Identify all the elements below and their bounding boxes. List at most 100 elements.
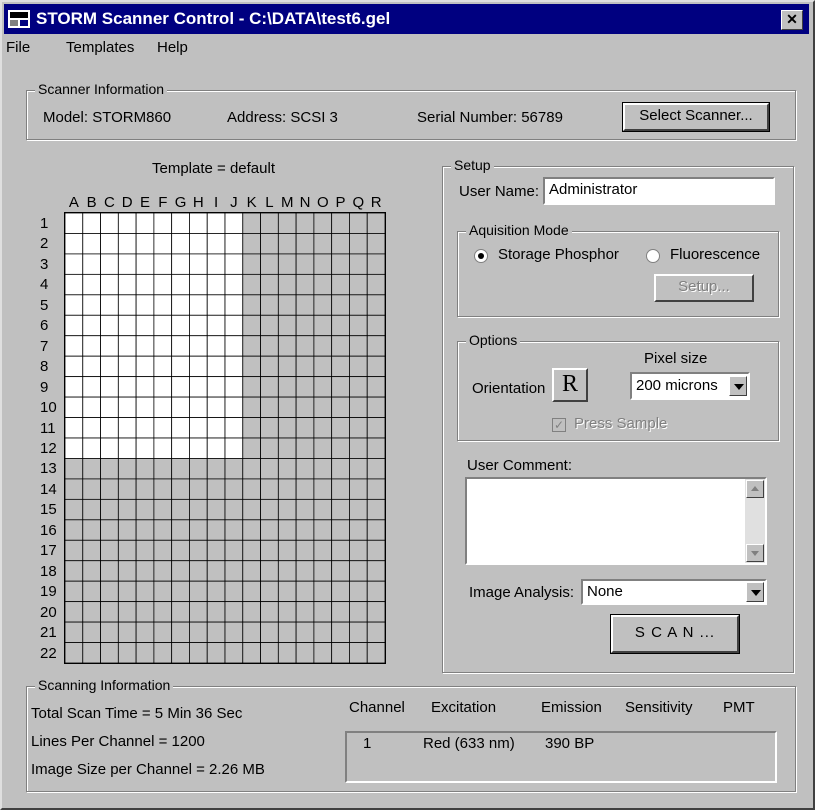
grid-cell[interactable] [331, 273, 350, 296]
grid-cell[interactable] [117, 519, 137, 541]
select-scanner-button[interactable]: Select Scanner... [622, 102, 770, 132]
grid-cell[interactable] [82, 355, 101, 378]
grid-cell[interactable] [313, 294, 333, 316]
grid-cell[interactable] [153, 417, 173, 439]
grid-cell[interactable] [82, 458, 101, 480]
grid-cell[interactable] [117, 478, 137, 500]
grid-cell[interactable] [135, 314, 155, 337]
row-label-1[interactable]: 1 [40, 216, 62, 231]
grid-cell[interactable] [117, 335, 137, 357]
grid-cell[interactable] [65, 478, 84, 500]
grid-cell[interactable] [171, 478, 190, 500]
grid-cell[interactable] [65, 273, 84, 296]
grid-cell[interactable] [153, 519, 173, 541]
grid-cell[interactable] [313, 213, 333, 234]
grid-cell[interactable] [65, 642, 84, 663]
column-label-h[interactable]: H [189, 194, 207, 211]
grid-cell[interactable] [153, 233, 173, 255]
grid-cell[interactable] [153, 314, 173, 337]
grid-cell[interactable] [153, 539, 173, 562]
row-label-10[interactable]: 10 [40, 400, 62, 415]
grid-cell[interactable] [65, 519, 84, 541]
grid-cell[interactable] [117, 233, 137, 255]
grid-cell[interactable] [171, 519, 190, 541]
grid-cell[interactable] [206, 396, 226, 418]
grid-cell[interactable] [242, 213, 261, 234]
grid-cell[interactable] [242, 233, 261, 255]
column-label-e[interactable]: E [136, 194, 154, 211]
press-sample-checkbox[interactable]: ✓ [552, 418, 566, 432]
grid-cell[interactable] [313, 417, 333, 439]
grid-cell[interactable] [82, 478, 101, 500]
grid-cell[interactable] [171, 294, 190, 316]
grid-cell[interactable] [189, 437, 208, 459]
grid-cell[interactable] [117, 417, 137, 439]
row-label-16[interactable]: 16 [40, 523, 62, 538]
grid-cell[interactable] [242, 560, 261, 582]
grid-cell[interactable] [366, 273, 385, 296]
grid-cell[interactable] [349, 642, 368, 663]
grid-cell[interactable] [224, 396, 244, 418]
grid-cell[interactable] [82, 335, 101, 357]
grid-cell[interactable] [135, 253, 155, 275]
grid-cell[interactable] [313, 621, 333, 643]
grid-cell[interactable] [135, 213, 155, 234]
grid-cell[interactable] [277, 396, 297, 418]
grid-cell[interactable] [242, 478, 261, 500]
grid-cell[interactable] [349, 539, 368, 562]
grid-cell[interactable] [100, 601, 119, 623]
grid-cell[interactable] [117, 539, 137, 562]
grid-cell[interactable] [349, 294, 368, 316]
grid-cell[interactable] [206, 233, 226, 255]
grid-cell[interactable] [189, 642, 208, 663]
grid-cell[interactable] [277, 273, 297, 296]
grid-cell[interactable] [366, 539, 385, 562]
grid-cell[interactable] [242, 437, 261, 459]
grid-cell[interactable] [224, 294, 244, 316]
grid-cell[interactable] [100, 335, 119, 357]
grid-cell[interactable] [82, 621, 101, 643]
grid-cell[interactable] [100, 498, 119, 521]
grid-cell[interactable] [349, 621, 368, 643]
grid-cell[interactable] [82, 498, 101, 521]
grid-cell[interactable] [82, 519, 101, 541]
grid-cell[interactable] [224, 233, 244, 255]
grid-cell[interactable] [171, 335, 190, 357]
grid-cell[interactable] [277, 294, 297, 316]
grid-cell[interactable] [366, 478, 385, 500]
grid-cell[interactable] [349, 580, 368, 603]
grid-cell[interactable] [349, 314, 368, 337]
grid-cell[interactable] [349, 560, 368, 582]
grid-cell[interactable] [277, 417, 297, 439]
grid-cell[interactable] [349, 273, 368, 296]
grid-cell[interactable] [117, 560, 137, 582]
grid-cell[interactable] [171, 437, 190, 459]
grid-cell[interactable] [331, 253, 350, 275]
grid-cell[interactable] [224, 437, 244, 459]
template-grid[interactable] [64, 212, 386, 664]
grid-cell[interactable] [153, 621, 173, 643]
grid-cell[interactable] [189, 519, 208, 541]
row-label-6[interactable]: 6 [40, 318, 62, 333]
grid-cell[interactable] [189, 314, 208, 337]
grid-cell[interactable] [366, 560, 385, 582]
grid-cell[interactable] [135, 621, 155, 643]
grid-cell[interactable] [242, 539, 261, 562]
grid-cell[interactable] [260, 621, 279, 643]
grid-cell[interactable] [153, 396, 173, 418]
grid-cell[interactable] [366, 213, 385, 234]
column-label-m[interactable]: M [278, 194, 296, 211]
grid-cell[interactable] [171, 314, 190, 337]
image-analysis-dropdown-icon[interactable] [746, 582, 764, 602]
grid-cell[interactable] [313, 396, 333, 418]
grid-cell[interactable] [117, 642, 137, 663]
grid-cell[interactable] [153, 376, 173, 398]
grid-cell[interactable] [242, 458, 261, 480]
scan-button[interactable]: S C A N ... [610, 614, 740, 654]
grid-cell[interactable] [366, 233, 385, 255]
grid-cell[interactable] [206, 273, 226, 296]
row-label-2[interactable]: 2 [40, 236, 62, 251]
column-label-f[interactable]: F [154, 194, 172, 211]
grid-cell[interactable] [189, 273, 208, 296]
grid-cell[interactable] [313, 376, 333, 398]
